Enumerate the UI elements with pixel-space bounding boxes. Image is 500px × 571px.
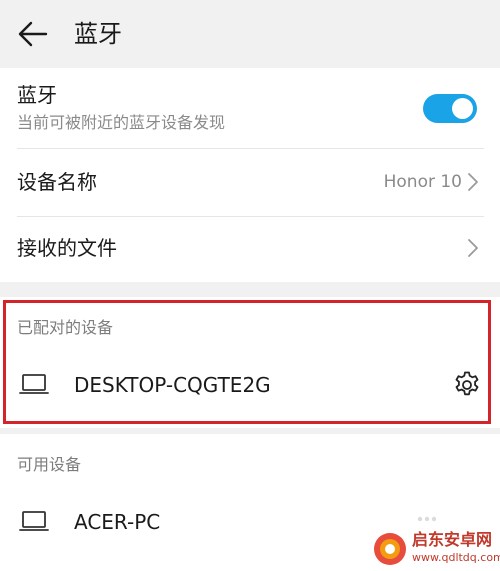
page-title: 蓝牙 — [74, 20, 122, 48]
device-name-row[interactable]: 设备名称 Honor 10 — [0, 149, 500, 216]
toggle-knob — [452, 98, 473, 119]
laptop-icon — [19, 511, 49, 531]
top-bar: 蓝牙 — [0, 0, 500, 68]
bluetooth-settings-card: 蓝牙 当前可被附近的蓝牙设备发现 设备名称 Honor 10 接收的文件 — [0, 68, 500, 282]
watermark-text: 启东安卓网 — [412, 530, 493, 549]
watermark-logo-icon — [374, 533, 406, 565]
watermark-url: www.qdltdq.com — [412, 551, 500, 564]
paired-device-row[interactable]: DESKTOP-CQGTE2G — [0, 351, 500, 419]
available-device-name: ACER-PC — [74, 510, 161, 534]
chevron-right-icon — [468, 173, 478, 191]
device-name-label: 设备名称 — [17, 170, 97, 194]
device-name-value: Honor 10 — [383, 172, 462, 192]
bluetooth-toggle[interactable] — [423, 94, 477, 123]
watermark: 启东安卓网 www.qdltdq.com — [372, 528, 500, 571]
received-files-row[interactable]: 接收的文件 — [0, 217, 500, 282]
paired-devices-card: 已配对的设备 DESKTOP-CQGTE2G — [0, 297, 500, 428]
arrow-left-icon — [18, 21, 48, 47]
bluetooth-toggle-row[interactable]: 蓝牙 当前可被附近的蓝牙设备发现 — [0, 68, 500, 146]
bluetooth-subtitle: 当前可被附近的蓝牙设备发现 — [17, 113, 226, 132]
bluetooth-title: 蓝牙 — [17, 83, 57, 107]
laptop-icon — [19, 374, 49, 394]
received-files-label: 接收的文件 — [17, 236, 117, 260]
back-button[interactable] — [14, 16, 52, 52]
paired-devices-header: 已配对的设备 — [17, 318, 114, 337]
paired-device-name: DESKTOP-CQGTE2G — [74, 373, 271, 397]
loading-icon — [417, 516, 437, 522]
gear-icon[interactable] — [452, 370, 482, 400]
available-devices-header: 可用设备 — [17, 455, 82, 474]
chevron-right-icon — [468, 239, 478, 257]
